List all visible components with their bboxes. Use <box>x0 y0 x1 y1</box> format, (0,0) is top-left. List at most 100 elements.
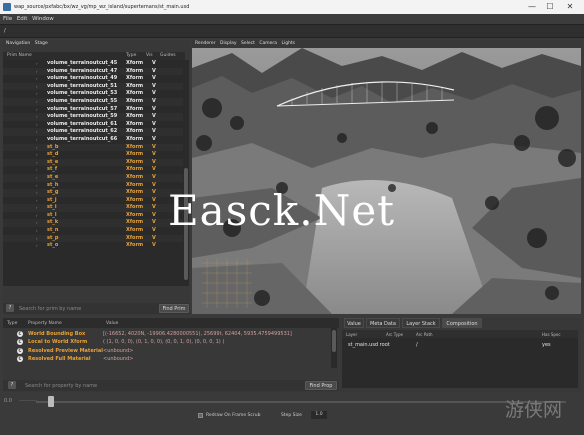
tree-row[interactable]: › volume_terrainoutcut_51 Xform V <box>3 82 183 91</box>
expand-arrow-icon[interactable]: › <box>36 189 38 197</box>
col-prop-type[interactable]: Type <box>7 321 17 326</box>
find-prim-button[interactable]: Find Prim <box>159 304 189 313</box>
prim-visibility[interactable]: V <box>152 227 156 235</box>
property-help-button[interactable]: ? <box>8 381 16 389</box>
menu-renderer[interactable]: Renderer <box>195 41 216 46</box>
prim-visibility[interactable]: V <box>152 204 156 212</box>
prim-visibility[interactable]: V <box>152 106 156 114</box>
prim-visibility[interactable]: V <box>152 60 156 68</box>
tree-row[interactable]: › volume_terrainoutcut_61 Xform V <box>3 121 183 129</box>
property-row[interactable]: C Resolved Preview Material <unbound> <box>3 347 331 355</box>
properties-scroll-thumb[interactable] <box>332 330 336 352</box>
prim-search-input[interactable]: Search for prim by name <box>19 306 81 312</box>
expand-arrow-icon[interactable]: › <box>36 159 38 167</box>
tree-row[interactable]: › st_b Xform V <box>3 143 183 152</box>
property-search-input[interactable]: Search for property by name <box>25 383 97 389</box>
prim-visibility[interactable]: V <box>152 189 156 197</box>
expand-arrow-icon[interactable]: › <box>36 204 38 212</box>
3d-viewport[interactable] <box>192 48 581 314</box>
composition-row[interactable]: st_main.usd root / yes <box>342 342 578 350</box>
col-prim-name[interactable]: Prim Name <box>7 53 32 58</box>
tab-composition[interactable]: Composition <box>442 318 482 328</box>
prim-visibility[interactable]: V <box>152 98 156 106</box>
tab-meta-data[interactable]: Meta Data <box>366 318 400 328</box>
tree-row[interactable]: › st_o Xform V <box>3 242 183 250</box>
prim-visibility[interactable]: V <box>152 151 156 159</box>
col-arc-path[interactable]: Arc Path <box>416 332 433 337</box>
prim-visibility[interactable]: V <box>152 197 156 205</box>
tab-navigation[interactable]: Navigation <box>6 41 30 46</box>
prim-visibility[interactable]: V <box>152 128 156 136</box>
tab-stage[interactable]: Stage <box>35 41 48 46</box>
tree-row[interactable]: › st_j Xform V <box>3 197 183 205</box>
property-row[interactable]: C World Bounding Box [(-16652, 4020N, -199… <box>3 330 331 338</box>
prim-visibility[interactable]: V <box>152 144 156 152</box>
tree-row[interactable]: › volume_terrainoutcut_57 Xform V <box>3 106 183 114</box>
expand-arrow-icon[interactable]: › <box>36 98 38 106</box>
properties-scrollbar[interactable] <box>331 328 337 368</box>
frame-slider-track[interactable] <box>36 401 566 403</box>
tree-row[interactable]: › volume_terrainoutcut_66 Xform V <box>3 136 183 144</box>
expand-arrow-icon[interactable]: › <box>36 182 38 190</box>
expand-arrow-icon[interactable]: › <box>36 197 38 205</box>
col-arc-type[interactable]: Arc Type <box>386 332 403 337</box>
expand-arrow-icon[interactable]: › <box>36 60 38 68</box>
col-layer[interactable]: Layer <box>346 332 357 337</box>
col-type[interactable]: Type <box>126 53 136 58</box>
col-guides[interactable]: Guides <box>160 53 176 58</box>
properties-list[interactable]: C World Bounding Box [(-16652, 4020N, -199… <box>0 330 336 370</box>
tree-row[interactable]: › volume_terrainoutcut_59 Xform V <box>3 113 183 121</box>
col-prop-name[interactable]: Property Name <box>28 321 62 326</box>
tree-row[interactable]: › st_e Xform V <box>3 173 183 182</box>
composition-table[interactable]: Layer Arc Type Arc Path Has Spec st_main… <box>342 330 578 388</box>
prim-visibility[interactable]: V <box>152 68 156 76</box>
prim-visibility[interactable]: V <box>152 159 156 167</box>
expand-arrow-icon[interactable]: › <box>36 106 38 114</box>
expand-arrow-icon[interactable]: › <box>36 235 38 243</box>
col-has-spec[interactable]: Has Spec <box>542 332 561 337</box>
frame-slider-handle[interactable] <box>48 396 54 407</box>
tree-row[interactable]: › st_p Xform V <box>3 234 183 243</box>
tab-value[interactable]: Value <box>344 318 364 328</box>
tab-layer-stack[interactable]: Layer Stack <box>402 318 440 328</box>
maximize-button[interactable]: ☐ <box>544 2 556 12</box>
expand-arrow-icon[interactable]: › <box>36 144 38 152</box>
prim-visibility[interactable]: V <box>152 212 156 220</box>
expand-arrow-icon[interactable]: › <box>36 68 38 76</box>
expand-arrow-icon[interactable]: › <box>36 90 38 98</box>
col-vis[interactable]: Vis <box>146 53 153 58</box>
path-bar[interactable]: / <box>0 24 584 38</box>
step-size-field[interactable]: 1.0 <box>311 411 327 419</box>
expand-arrow-icon[interactable]: › <box>36 212 38 220</box>
prim-visibility[interactable]: V <box>152 166 156 174</box>
menu-camera[interactable]: Camera <box>259 41 277 46</box>
prim-visibility[interactable]: V <box>152 219 156 227</box>
tree-row[interactable]: › st_h Xform V <box>3 182 183 190</box>
expand-arrow-icon[interactable]: › <box>36 75 38 83</box>
prim-visibility[interactable]: V <box>152 90 156 98</box>
prim-help-button[interactable]: ? <box>6 304 14 312</box>
expand-arrow-icon[interactable]: › <box>36 166 38 174</box>
menu-lights[interactable]: Lights <box>281 41 295 46</box>
expand-arrow-icon[interactable]: › <box>36 83 38 91</box>
expand-arrow-icon[interactable]: › <box>36 151 38 159</box>
tree-row[interactable]: › volume_terrainoutcut_45 Xform V <box>3 60 183 68</box>
expand-arrow-icon[interactable]: › <box>36 227 38 235</box>
expand-arrow-icon[interactable]: › <box>36 113 38 121</box>
prim-visibility[interactable]: V <box>152 182 156 190</box>
tree-row[interactable]: › st_e Xform V <box>3 158 183 167</box>
prim-tree[interactable]: › volume_terrainoutcut_45 Xform V › volume_te… <box>3 60 183 286</box>
tree-row[interactable]: › st_n Xform V <box>3 227 183 235</box>
prim-visibility[interactable]: V <box>152 242 156 250</box>
tree-row[interactable]: › st_g Xform V <box>3 189 183 197</box>
expand-arrow-icon[interactable]: › <box>36 174 38 182</box>
col-prop-value[interactable]: Value <box>106 321 118 326</box>
menu-edit[interactable]: Edit <box>17 14 28 24</box>
property-row[interactable]: C Resolved Full Material <unbound> <box>3 355 331 363</box>
tree-row[interactable]: › st_f Xform V <box>3 166 183 174</box>
expand-arrow-icon[interactable]: › <box>36 128 38 136</box>
tree-row[interactable]: › volume_terrainoutcut_47 Xform V <box>3 67 183 76</box>
tree-row[interactable]: › volume_terrainoutcut_55 Xform V <box>3 97 183 106</box>
expand-arrow-icon[interactable]: › <box>36 242 38 250</box>
prim-visibility[interactable]: V <box>152 75 156 83</box>
